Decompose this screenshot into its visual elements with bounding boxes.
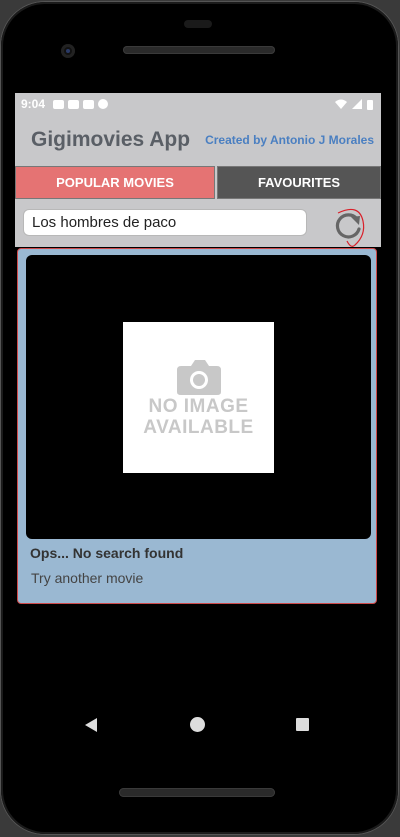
movie-poster: NO IMAGE AVAILABLE — [26, 255, 371, 539]
speaker-grille-top — [123, 46, 275, 54]
notification-icons — [53, 99, 109, 109]
mail-icon — [83, 99, 95, 109]
status-bar: 9:04 — [15, 93, 381, 115]
tab-popular-movies[interactable]: POPULAR MOVIES — [15, 166, 215, 199]
movie-list: NO IMAGE AVAILABLE Ops... No search foun… — [15, 247, 381, 663]
home-icon[interactable] — [190, 717, 205, 732]
no-image-line1: NO IMAGE — [148, 395, 249, 417]
refresh-button[interactable] — [329, 205, 367, 249]
app-credit: Created by Antonio J Morales — [205, 133, 374, 147]
navigation-bar — [15, 663, 381, 783]
app-bar: Gigimovies App Created by Antonio J Mora… — [15, 115, 381, 165]
sync-icon — [98, 99, 109, 109]
youtube-icon — [53, 99, 65, 109]
a-icon — [68, 99, 80, 109]
app-title: Gigimovies App — [31, 128, 191, 151]
app-screen: 9:04 Gigimovies App Created by Antonio J… — [15, 93, 381, 663]
status-time: 9:04 — [21, 97, 46, 111]
movie-card[interactable]: NO IMAGE AVAILABLE Ops... No search foun… — [17, 248, 377, 604]
front-camera — [61, 44, 75, 58]
camera-icon — [176, 359, 221, 395]
system-icons — [335, 99, 373, 110]
recents-icon[interactable] — [296, 718, 309, 731]
speaker-grille-bottom — [119, 788, 275, 797]
wifi-icon — [335, 99, 347, 109]
search-input[interactable] — [23, 209, 307, 236]
back-icon[interactable] — [85, 718, 97, 732]
earpiece — [184, 20, 212, 28]
card-title: Ops... No search found — [30, 545, 184, 561]
signal-icon — [352, 99, 362, 109]
card-subtitle: Try another movie — [31, 570, 144, 586]
battery-icon — [367, 99, 373, 110]
search-row — [15, 201, 381, 247]
no-image-line2: AVAILABLE — [143, 416, 254, 438]
no-image-placeholder: NO IMAGE AVAILABLE — [123, 322, 274, 473]
refresh-icon — [335, 208, 365, 247]
tab-favourites[interactable]: FAVOURITES — [217, 166, 381, 199]
tab-bar: POPULAR MOVIES FAVOURITES — [15, 165, 381, 201]
